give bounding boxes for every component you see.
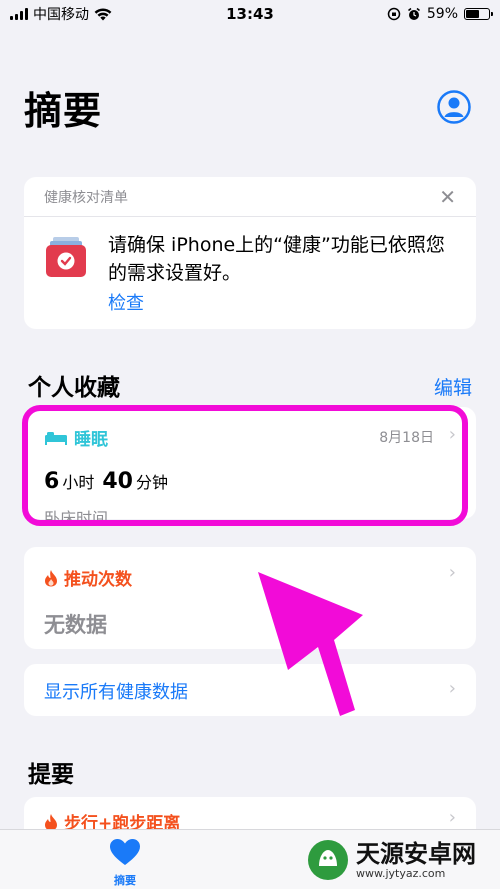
edit-button[interactable]: 编辑	[434, 373, 472, 400]
checklist-icon	[46, 237, 86, 277]
pushes-card[interactable]: 推动次数 › 无数据	[24, 547, 476, 649]
sleep-duration: 6 小时 40 分钟	[44, 469, 176, 494]
sleep-minutes-unit: 分钟	[135, 473, 168, 492]
favorites-heading: 个人收藏	[28, 375, 120, 401]
wifi-icon	[94, 7, 112, 20]
checklist-header: 健康核对清单 ✕	[24, 177, 476, 217]
alarm-icon	[407, 7, 420, 20]
show-all-label: 显示所有健康数据	[44, 682, 188, 703]
check-link[interactable]: 检查	[108, 289, 144, 315]
tab-summary[interactable]: 摘要	[100, 838, 150, 888]
bed-icon	[45, 431, 67, 445]
watermark: 天源安卓网 www.jytyaz.com	[306, 836, 496, 884]
watermark-text: 天源安卓网	[356, 839, 476, 868]
pushes-label: 推动次数	[64, 570, 132, 590]
sleep-card[interactable]: 睡眠 8月18日 › 6 小时 40 分钟 卧床时间	[24, 407, 476, 528]
watermark-logo-icon	[308, 840, 348, 880]
flame-icon	[45, 569, 57, 586]
watermark-url: www.jytyaz.com	[356, 866, 446, 880]
chevron-right-icon: ›	[448, 562, 456, 583]
pushes-value: 无数据	[44, 613, 107, 637]
page-title: 摘要	[24, 89, 103, 133]
chevron-right-icon: ›	[448, 424, 456, 445]
health-checklist-card: 健康核对清单 ✕ 请确保 iPhone上的“健康”功能已依照您的需求设置好。 检…	[24, 177, 476, 329]
carrier-label: 中国移动	[33, 7, 89, 23]
sleep-minutes: 40	[102, 469, 133, 494]
show-all-health-data-button[interactable]: 显示所有健康数据 ›	[24, 664, 476, 716]
sleep-subtitle: 卧床时间	[44, 509, 109, 528]
cellular-signal-icon	[10, 8, 28, 20]
sleep-hours-unit: 小时	[62, 473, 95, 492]
checklist-message: 请确保 iPhone上的“健康”功能已依照您的需求设置好。	[108, 234, 445, 284]
highlights-heading: 提要	[28, 762, 74, 788]
sleep-label: 睡眠	[74, 430, 108, 450]
tab-summary-label: 摘要	[114, 874, 136, 887]
battery-percent: 59%	[426, 6, 458, 22]
battery-icon	[464, 8, 493, 20]
close-icon[interactable]: ✕	[439, 187, 456, 207]
orientation-lock-icon	[387, 7, 401, 21]
sleep-hours: 6	[44, 469, 60, 494]
heart-icon	[110, 839, 140, 865]
flame-icon	[45, 813, 57, 830]
chevron-right-icon: ›	[448, 678, 456, 699]
sleep-date: 8月18日	[379, 430, 434, 446]
person-circle-icon[interactable]	[437, 90, 471, 124]
chevron-right-icon: ›	[448, 807, 456, 828]
status-bar: 中国移动 13:43 59%	[0, 0, 500, 28]
checklist-title: 健康核对清单	[44, 189, 128, 206]
